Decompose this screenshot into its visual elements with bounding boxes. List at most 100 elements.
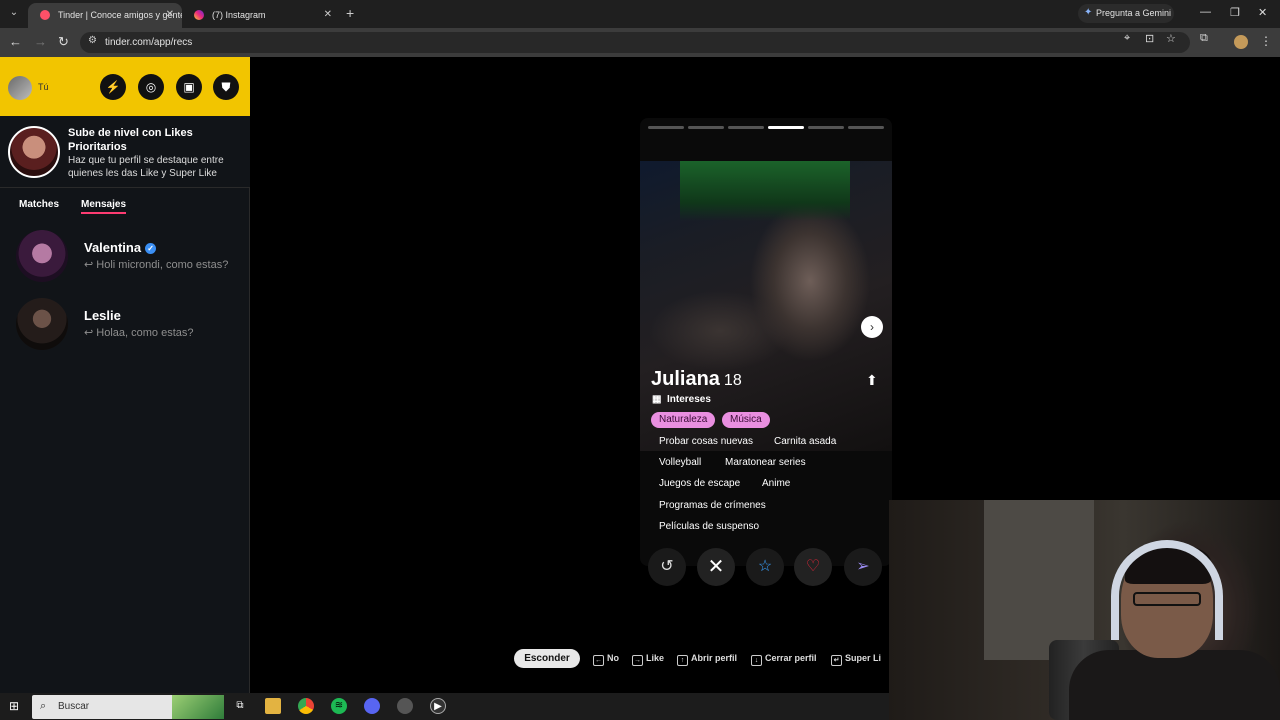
next-photo-icon[interactable]: › [861, 316, 883, 338]
rewind-button[interactable]: ↺ [648, 548, 686, 586]
search-icon: ⌕ [40, 700, 47, 712]
conversation-preview: ↩ Holi microndi, como estas? [84, 259, 229, 271]
explore-icon[interactable]: ◎ [138, 74, 164, 100]
promo-title: Sube de nivel con Likes Prioritarios [68, 127, 193, 153]
forward-icon[interactable]: → [34, 34, 47, 49]
send-button[interactable]: ➢ [844, 548, 882, 586]
photo-indicator[interactable] [808, 126, 844, 129]
gemini-label: Pregunta a Gemini [1096, 8, 1172, 18]
address-toolbar: ← → ↻ ⚙ tinder.com/app/recs ⌖ ⊡ ☆ ⧉ ⋮ [0, 28, 1280, 57]
hint-super-like: ↵ Super Li [831, 653, 881, 666]
arrow-up-key-icon: ↑ [677, 655, 688, 666]
verified-badge-icon: ✓ [145, 243, 157, 254]
tab-search-button[interactable]: ⌄ [6, 5, 22, 21]
site-info-icon[interactable]: ⚙ [88, 35, 97, 46]
promo-subtitle: Haz que tu perfil se destaque entre quie… [68, 155, 224, 179]
new-tab-icon[interactable]: + [346, 5, 354, 21]
super-like-icon: ☆ [757, 558, 773, 575]
open-profile-icon[interactable]: ⬆ [866, 372, 878, 389]
sidebar-header: Tú ⚡ ◎ ▣ ⛊ [0, 57, 250, 116]
close-window-icon[interactable]: ✕ [1258, 6, 1267, 19]
conversation-name: Valentina ✓ [84, 240, 157, 255]
bookmark-star-icon[interactable]: ☆ [1166, 32, 1176, 45]
hint-close-profile: ↓ Cerrar perfil [751, 653, 817, 666]
restore-icon[interactable]: ❐ [1230, 6, 1240, 19]
gemini-sparkle-icon: ✦ [1084, 7, 1093, 18]
task-view-icon[interactable]: ⧉ [232, 698, 248, 714]
install-app-icon[interactable]: ⊡ [1145, 32, 1154, 45]
photo-background [680, 161, 850, 221]
photo-indicator[interactable] [768, 126, 804, 129]
interest-chip: Música [722, 412, 770, 428]
chrome-icon[interactable] [298, 698, 314, 714]
tinder-favicon-icon [40, 10, 50, 20]
avatar [16, 230, 68, 282]
obs-icon[interactable] [397, 698, 413, 714]
send-icon: ➢ [856, 558, 870, 575]
interest-chip: Películas de suspenso [659, 521, 760, 532]
like-button[interactable]: ♡ [794, 548, 832, 586]
media-player-icon[interactable]: ▶ [430, 698, 446, 714]
avatar [16, 298, 68, 350]
like-icon: ♡ [805, 558, 821, 575]
conversation-valentina[interactable]: Valentina ✓ ↩ Holi microndi, como estas? [0, 230, 250, 290]
spotify-icon[interactable]: ≋ [331, 698, 347, 714]
briefcase-icon[interactable]: ▣ [176, 74, 202, 100]
webcam-overlay [889, 500, 1280, 720]
tab-messages[interactable]: Mensajes [81, 199, 127, 214]
omnibox[interactable]: ⚙ tinder.com/app/recs [80, 32, 1190, 53]
photo-indicator[interactable] [688, 126, 724, 129]
hint-open-profile: ↑ Abrir perfil [677, 653, 737, 666]
nope-icon: ✕ [707, 556, 725, 578]
extensions-icon[interactable]: ⧉ [1200, 32, 1208, 45]
search-placeholder: Buscar [58, 701, 90, 712]
minimize-icon[interactable]: — [1200, 6, 1211, 18]
menu-dots-icon[interactable]: ⋮ [1260, 34, 1272, 48]
photo-indicator[interactable] [848, 126, 884, 129]
webcam-headset [1111, 540, 1223, 640]
interest-chip: Carnita asada [774, 436, 837, 447]
tab-instagram[interactable]: (7) Instagram ✕ [182, 3, 340, 28]
nope-button[interactable]: ✕ [697, 548, 735, 586]
super-like-button[interactable]: ☆ [746, 548, 784, 586]
shield-icon[interactable]: ⛊ [213, 74, 239, 100]
interest-chip: Probar cosas nuevas [659, 436, 753, 447]
tab-title: Tinder | Conoce amigos y gente [58, 10, 182, 20]
photo-indicator[interactable] [728, 126, 764, 129]
reload-icon[interactable]: ↻ [58, 34, 69, 50]
tab-matches[interactable]: Matches [19, 199, 59, 210]
back-icon[interactable]: ← [9, 34, 22, 49]
interest-chip: Naturaleza [651, 412, 716, 428]
conversation-leslie[interactable]: Leslie ↩ Holaa, como estas? [0, 298, 250, 358]
interest-chip: Volleyball [659, 457, 702, 468]
interests-header: ▦ Intereses [652, 394, 711, 405]
photo-indicator[interactable] [648, 126, 684, 129]
taskbar-search[interactable]: ⌕ Buscar [32, 695, 224, 719]
profile-avatar[interactable] [1234, 35, 1248, 49]
instagram-favicon-icon [194, 10, 204, 20]
arrow-down-key-icon: ↓ [751, 655, 762, 666]
arrow-right-key-icon: → [632, 655, 643, 666]
gemini-button[interactable]: ✦ Pregunta a Gemini [1078, 4, 1174, 23]
tab-tinder[interactable]: Tinder | Conoce amigos y gente ✕ [28, 3, 182, 28]
close-tab-icon[interactable]: ✕ [166, 9, 174, 20]
url-text[interactable]: tinder.com/app/recs [105, 37, 192, 48]
file-explorer-icon[interactable] [265, 698, 281, 714]
profile-age: 18 [723, 372, 742, 389]
profile-photo[interactable] [640, 161, 892, 451]
priority-likes-promo[interactable]: Sube de nivel con Likes Prioritarios Haz… [0, 116, 250, 188]
interest-chip: Juegos de escape [659, 478, 741, 489]
sidebar: Tú ⚡ ◎ ▣ ⛊ Sube de nivel con Likes Prior… [0, 57, 250, 693]
boost-icon[interactable]: ⚡ [100, 74, 126, 100]
location-icon[interactable]: ⌖ [1124, 32, 1130, 45]
my-profile-avatar[interactable] [8, 76, 32, 100]
windows-start-icon[interactable]: ⊞ [9, 699, 19, 713]
tab-title: (7) Instagram [212, 10, 266, 20]
hide-hints-button[interactable]: Esconder [514, 649, 580, 668]
taskbar: ⊞ ⌕ Buscar ⧉ ≋ ▶ [0, 693, 889, 720]
conversation-name: Leslie [84, 308, 121, 323]
my-profile-label[interactable]: Tú [38, 82, 49, 92]
close-tab-icon[interactable]: ✕ [324, 9, 332, 20]
discord-icon[interactable] [364, 698, 380, 714]
hint-no: ← No [593, 653, 619, 666]
